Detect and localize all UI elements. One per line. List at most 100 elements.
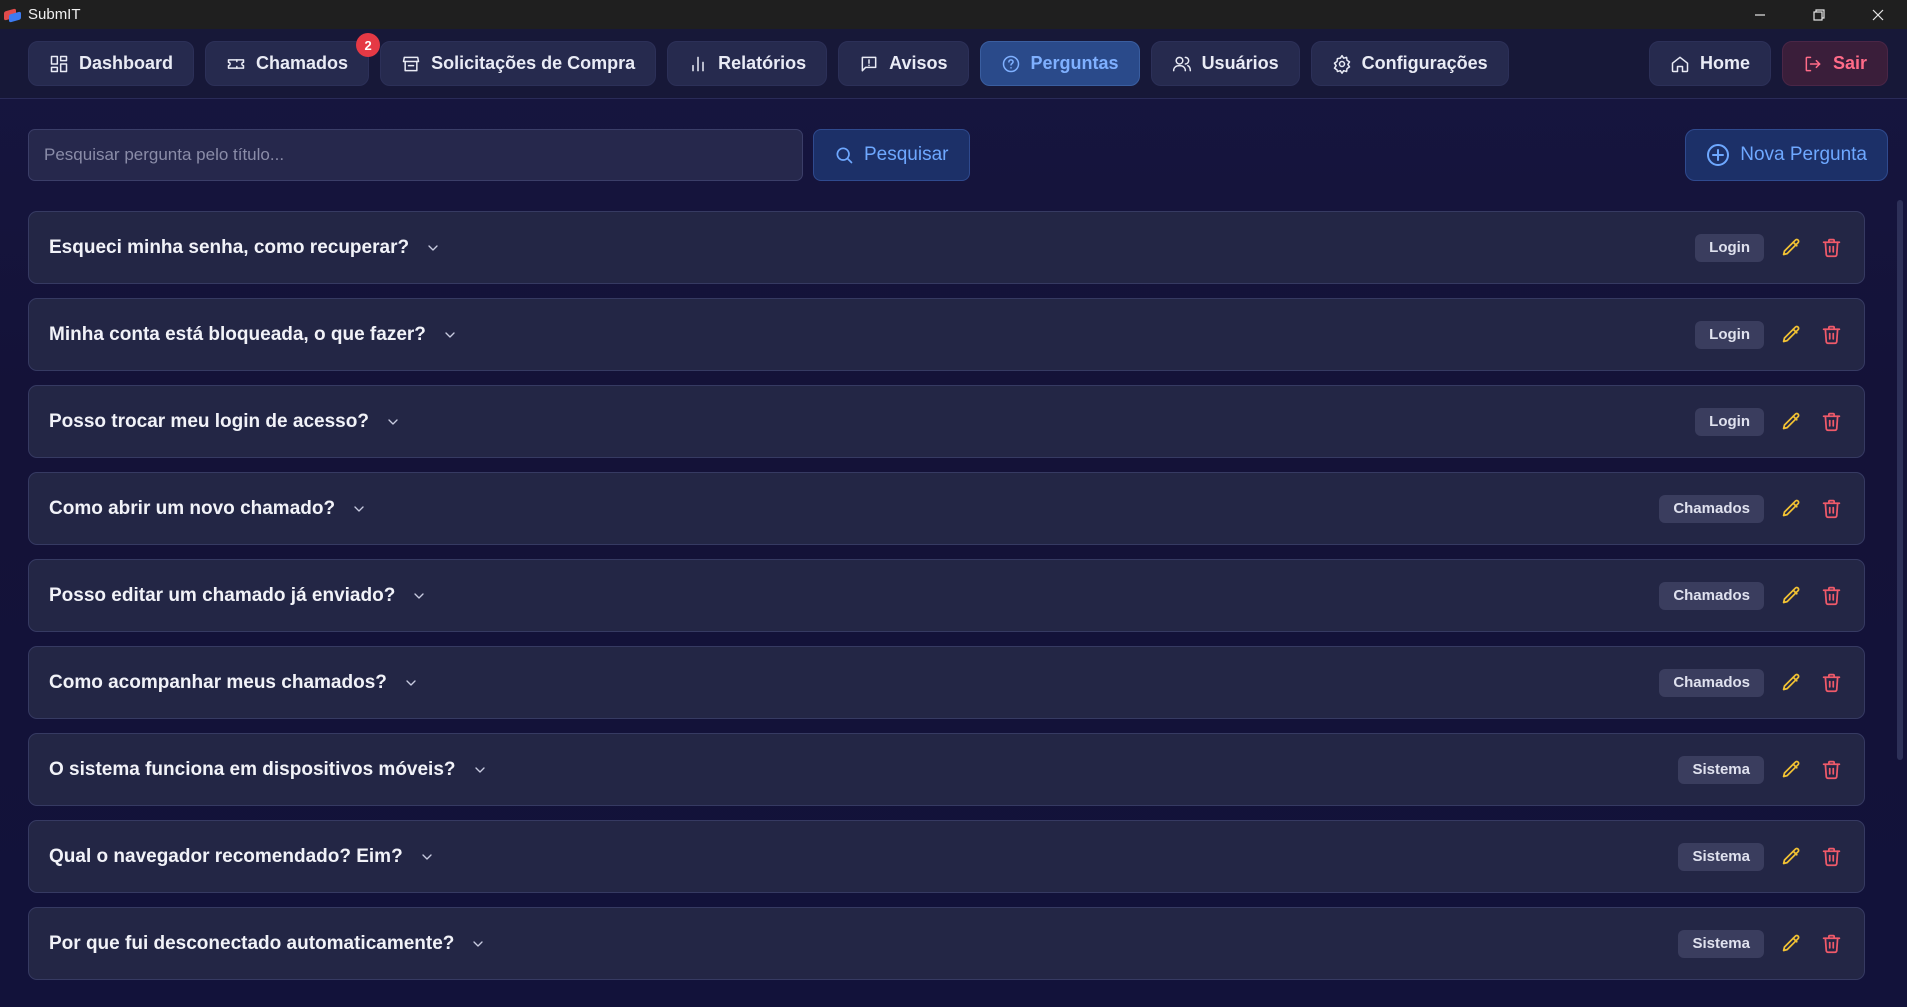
search-button[interactable]: Pesquisar — [813, 129, 970, 181]
logout-icon — [1805, 56, 1821, 71]
search-input[interactable] — [28, 129, 803, 181]
ticket-icon — [227, 58, 245, 69]
nav-solicitacoes-button[interactable]: Solicitações de Compra — [380, 41, 657, 86]
faq-item[interactable]: Qual o navegador recomendado? Eim? Sistem… — [28, 820, 1865, 893]
edit-button[interactable] — [1778, 496, 1804, 522]
nav-label: Solicitações de Compra — [431, 53, 636, 73]
faq-actions: Sistema — [1678, 929, 1844, 958]
faq-item[interactable]: Como abrir um novo chamado? Chamados — [28, 472, 1865, 545]
faq-item[interactable]: Esqueci minha senha, como recuperar? Logi… — [28, 211, 1865, 284]
chevron-down-icon[interactable] — [351, 501, 367, 517]
edit-button[interactable] — [1778, 235, 1804, 261]
faq-actions: Login — [1695, 233, 1844, 262]
delete-button[interactable] — [1818, 844, 1844, 870]
gear-icon — [1333, 54, 1350, 74]
nav-relatorios-button[interactable]: Relatórios — [667, 41, 828, 86]
category-tag: Login — [1695, 407, 1764, 436]
nav-label: Avisos — [889, 53, 948, 73]
new-question-button[interactable]: Nova Pergunta — [1685, 129, 1888, 181]
faq-item[interactable]: Posso trocar meu login de acesso? Login — [28, 385, 1865, 458]
faq-item[interactable]: Minha conta está bloqueada, o que fazer?… — [28, 298, 1865, 371]
faq-question-title[interactable]: Por que fui desconectado automaticamente… — [49, 933, 454, 955]
faq-question-title[interactable]: Como acompanhar meus chamados? — [49, 672, 387, 694]
pencil-icon — [1782, 760, 1799, 778]
window-titlebar: SubmIT — [0, 0, 1907, 29]
faq-actions: Chamados — [1659, 494, 1844, 523]
delete-button[interactable] — [1818, 583, 1844, 609]
window-title: SubmIT — [28, 6, 81, 23]
delete-button[interactable] — [1818, 496, 1844, 522]
home-button[interactable]: Home — [1648, 41, 1771, 86]
delete-button[interactable] — [1818, 235, 1844, 261]
edit-button[interactable] — [1778, 844, 1804, 870]
edit-button[interactable] — [1778, 931, 1804, 957]
nav-dashboard-button[interactable]: Dashboard — [28, 41, 195, 86]
faq-question-title[interactable]: Posso trocar meu login de acesso? — [49, 411, 369, 433]
nav-avisos-button[interactable]: Avisos — [838, 41, 969, 86]
pencil-icon — [1782, 499, 1799, 517]
nav-configuracoes-button[interactable]: Configurações — [1310, 41, 1509, 86]
faq-item[interactable]: Por que fui desconectado automaticamente… — [28, 907, 1865, 980]
faq-item[interactable]: Como acompanhar meus chamados? Chamados — [28, 646, 1865, 719]
faq-question-title[interactable]: Qual o navegador recomendado? Eim? — [49, 846, 403, 868]
top-navbar: Dashboard Chamados 2 Solicitações de Com… — [0, 29, 1907, 99]
faq-actions: Login — [1695, 407, 1844, 436]
category-tag: Sistema — [1678, 842, 1764, 871]
nav-right-actions: Home Sair — [1648, 41, 1888, 86]
dashboard-icon — [50, 55, 68, 72]
delete-button[interactable] — [1818, 757, 1844, 783]
delete-button[interactable] — [1818, 670, 1844, 696]
nav-label: Configurações — [1361, 53, 1488, 73]
faq-item[interactable]: O sistema funciona em dispositivos móvei… — [28, 733, 1865, 806]
minimize-button[interactable] — [1730, 0, 1789, 29]
faq-question-title[interactable]: Minha conta está bloqueada, o que fazer? — [49, 324, 426, 346]
edit-button[interactable] — [1778, 670, 1804, 696]
faq-question-title[interactable]: Como abrir um novo chamado? — [49, 498, 335, 520]
faq-actions: Chamados — [1659, 581, 1844, 610]
category-tag: Chamados — [1659, 581, 1764, 610]
nav-label: Relatórios — [718, 53, 807, 73]
nav-chamados-button[interactable]: Chamados 2 — [205, 33, 381, 86]
chevron-down-icon[interactable] — [403, 675, 419, 691]
logout-button[interactable]: Sair — [1781, 41, 1888, 86]
faq-question-title[interactable]: O sistema funciona em dispositivos móvei… — [49, 759, 456, 781]
edit-button[interactable] — [1778, 583, 1804, 609]
faq-question-title[interactable]: Esqueci minha senha, como recuperar? — [49, 237, 409, 259]
pencil-icon — [1782, 934, 1799, 952]
chevron-down-icon[interactable] — [419, 849, 435, 865]
close-icon — [1872, 9, 1883, 20]
faq-item[interactable]: Posso editar um chamado já enviado? Chama… — [28, 559, 1865, 632]
nav-label: Perguntas — [1030, 53, 1119, 73]
faq-list: Esqueci minha senha, como recuperar? Logi… — [0, 211, 1907, 980]
delete-button[interactable] — [1818, 409, 1844, 435]
trash-icon — [1822, 238, 1840, 258]
nav-label: Usuários — [1201, 53, 1279, 73]
delete-button[interactable] — [1818, 322, 1844, 348]
nav-usuarios-button[interactable]: Usuários — [1150, 41, 1300, 86]
close-button[interactable] — [1848, 0, 1907, 29]
notification-badge: 2 — [356, 33, 381, 57]
faq-question-title[interactable]: Posso editar um chamado já enviado? — [49, 585, 395, 607]
chevron-down-icon[interactable] — [472, 762, 488, 778]
edit-button[interactable] — [1778, 322, 1804, 348]
scrollbar[interactable] — [1897, 200, 1903, 760]
trash-icon — [1822, 934, 1840, 954]
delete-button[interactable] — [1818, 931, 1844, 957]
category-tag: Sistema — [1678, 755, 1764, 784]
chevron-down-icon[interactable] — [425, 240, 441, 256]
edit-button[interactable] — [1778, 757, 1804, 783]
restore-button[interactable] — [1789, 0, 1848, 29]
edit-button[interactable] — [1778, 409, 1804, 435]
trash-icon — [1822, 760, 1840, 780]
home-icon — [1671, 56, 1689, 72]
trash-icon — [1822, 325, 1840, 345]
chevron-down-icon[interactable] — [385, 414, 401, 430]
nav-perguntas-button[interactable]: Perguntas — [979, 41, 1140, 86]
main-nav: Dashboard Chamados 2 Solicitações de Com… — [28, 33, 1509, 86]
faq-actions: Sistema — [1678, 842, 1844, 871]
chevron-down-icon[interactable] — [411, 588, 427, 604]
chevron-down-icon[interactable] — [470, 936, 486, 952]
users-icon — [1172, 56, 1191, 71]
pencil-icon — [1782, 586, 1799, 604]
chevron-down-icon[interactable] — [442, 327, 458, 343]
